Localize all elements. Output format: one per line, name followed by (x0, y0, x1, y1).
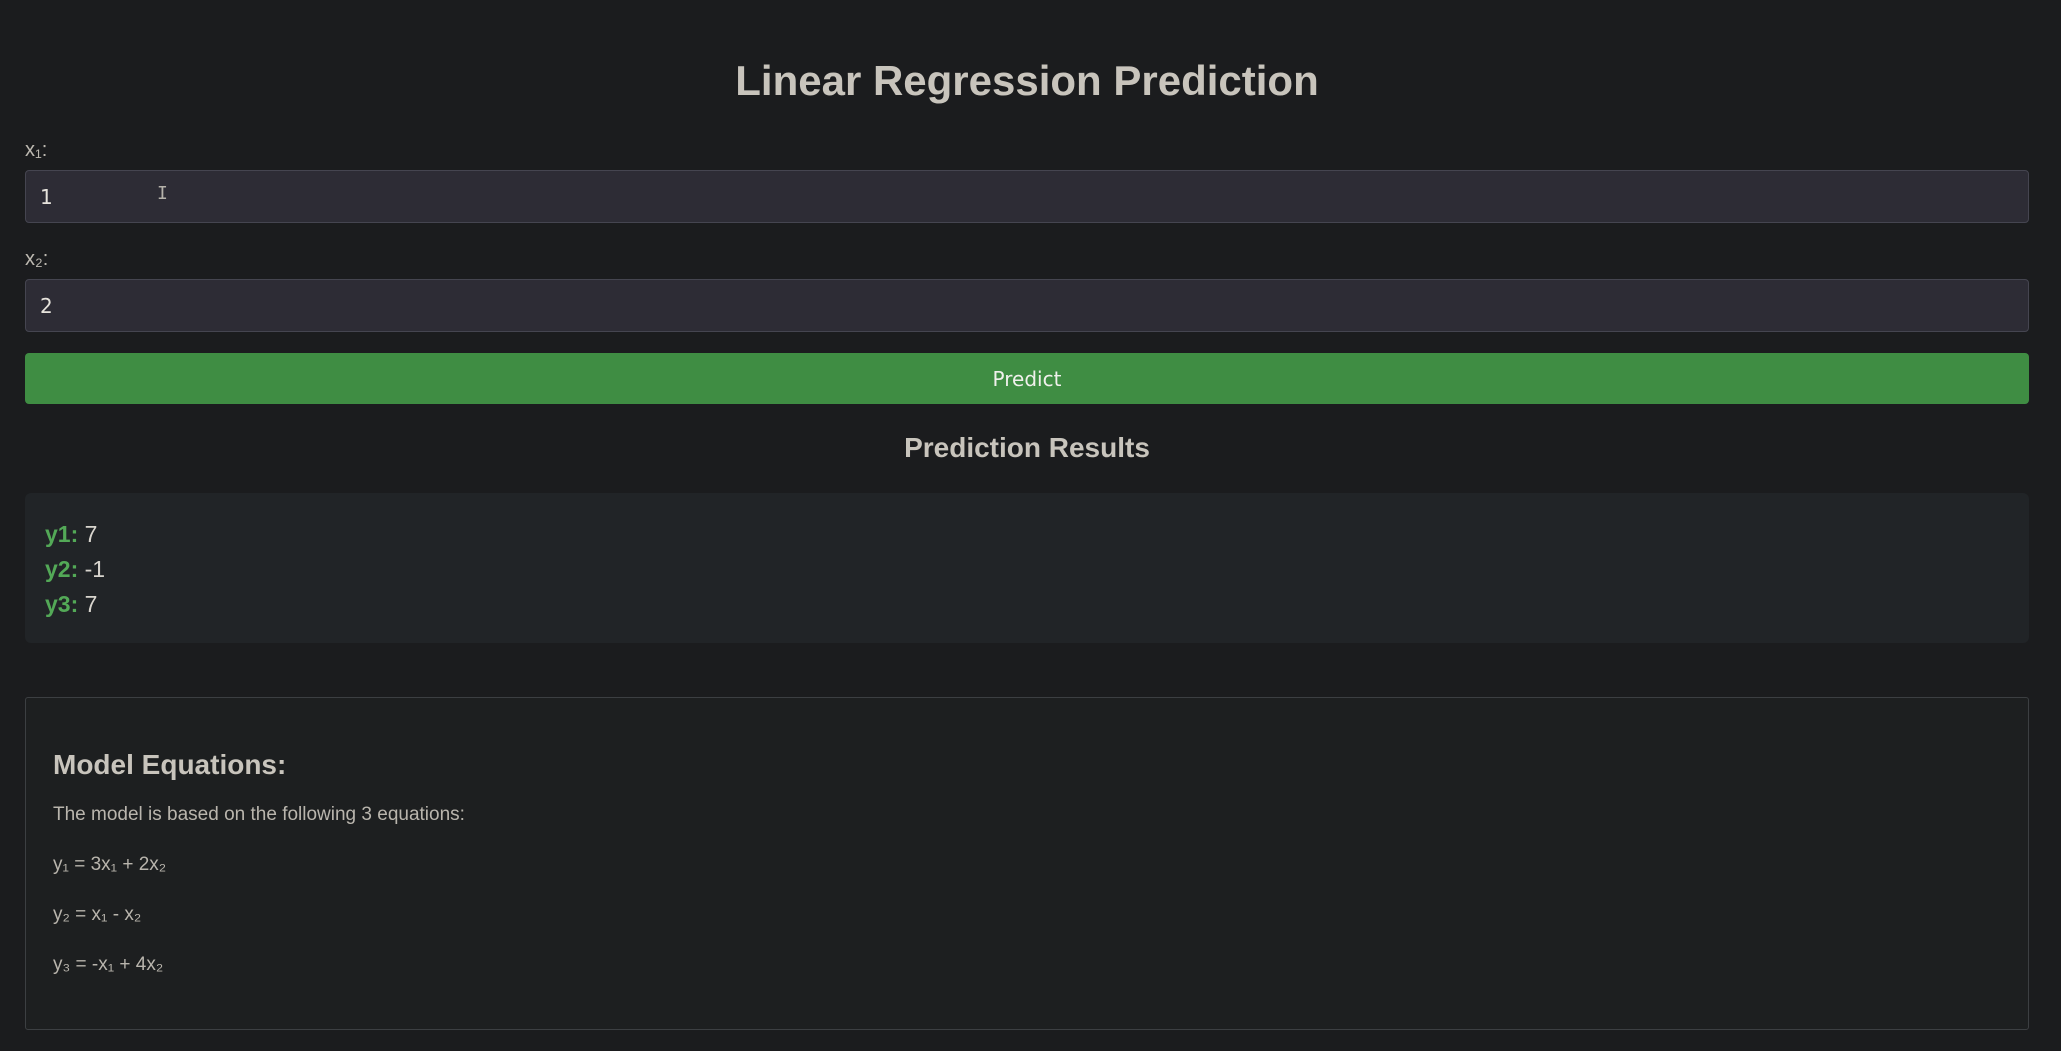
x2-input[interactable] (25, 279, 2029, 332)
results-heading: Prediction Results (904, 432, 1150, 463)
result-value: 7 (84, 591, 98, 617)
x1-label: x₁: (25, 139, 48, 161)
equation-y2: y₂ = x₁ - x₂ (53, 904, 142, 925)
equations-intro: The model is based on the following 3 eq… (53, 804, 465, 825)
equation-y1: y₁ = 3x₁ + 2x₂ (53, 854, 167, 875)
equation-y3: y₃ = -x₁ + 4x₂ (53, 954, 164, 975)
result-row-y3: y3: 7 (45, 587, 2009, 622)
page-title: Linear Regression Prediction (735, 57, 1319, 104)
x2-label: x₂: (25, 248, 49, 270)
page: Linear Regression Prediction x₁: I x₂: P… (0, 0, 2061, 1051)
text-cursor-icon: I (157, 183, 168, 204)
result-key: y2: (45, 556, 79, 582)
result-value: -1 (84, 556, 106, 582)
result-value: 7 (84, 521, 98, 547)
model-equations-panel: Model Equations: The model is based on t… (25, 697, 2029, 1030)
equations-heading: Model Equations: (53, 749, 287, 780)
result-row-y1: y1: 7 (45, 517, 2009, 552)
result-row-y2: y2: -1 (45, 552, 2009, 587)
predict-button[interactable]: Predict (25, 353, 2029, 404)
result-key: y1: (45, 521, 79, 547)
results-panel: y1: 7 y2: -1 y3: 7 (25, 493, 2029, 643)
result-key: y3: (45, 591, 79, 617)
x1-input[interactable] (25, 170, 2029, 223)
